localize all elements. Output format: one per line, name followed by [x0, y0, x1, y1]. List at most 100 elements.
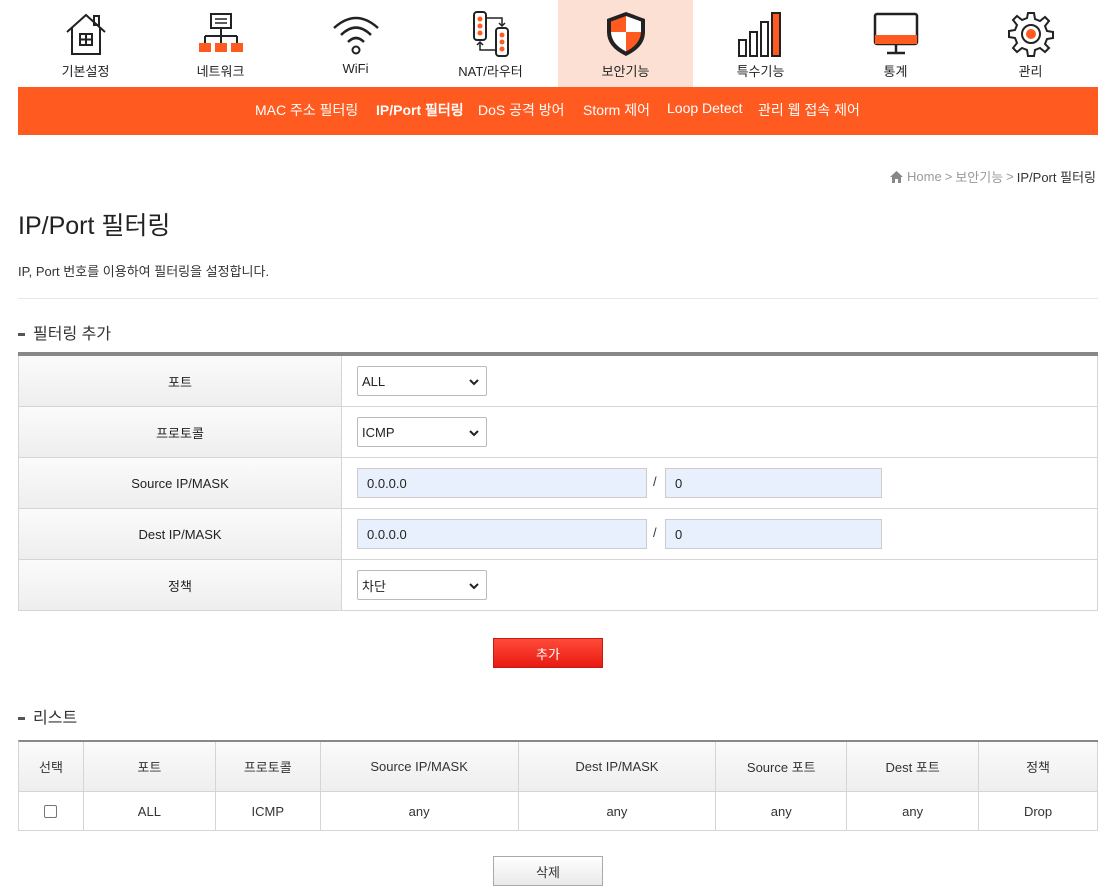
monitor-icon	[873, 12, 918, 55]
nav-label: 특수기능	[736, 64, 785, 79]
form-row-port: 포트 ALL	[18, 356, 1098, 407]
table-header-row: 선택 포트 프로토콜 Source IP/MASK Dest IP/MASK S…	[19, 742, 1098, 792]
column-header-policy: 정책	[979, 742, 1098, 792]
form-row-policy: 정책 차단	[18, 560, 1098, 611]
nav-label: 네트워크	[196, 64, 245, 79]
section-bullet	[18, 332, 25, 336]
breadcrumb-separator: >	[944, 169, 953, 184]
port-select-value: ALL	[362, 373, 386, 389]
column-header-protocol: 프로토콜	[215, 742, 321, 792]
row-source-port: any	[716, 792, 848, 831]
nav-item-statistics[interactable]: 통계	[828, 0, 963, 87]
chevron-down-icon	[469, 430, 479, 437]
column-header-port: 포트	[83, 742, 216, 792]
nav-item-wifi[interactable]: WiFi	[288, 0, 423, 87]
protocol-label: 프로토콜	[18, 407, 342, 457]
chevron-down-icon	[469, 379, 479, 386]
breadcrumb-home[interactable]: Home	[907, 169, 942, 184]
breadcrumb-separator: >	[1006, 169, 1014, 184]
policy-select[interactable]: 차단	[357, 570, 487, 600]
nav-label: NAT/라우터	[458, 64, 523, 79]
breadcrumb-current: IP/Port 필터링	[1016, 170, 1096, 185]
section-title-add: 필터링 추가	[18, 320, 111, 344]
dest-mask-input[interactable]: 0	[665, 519, 882, 549]
nav-label: 통계	[883, 64, 908, 79]
form-row-dest-ip: Dest IP/MASK 0.0.0.0 / 0	[18, 509, 1098, 560]
ip-mask-separator: /	[653, 525, 657, 540]
subnav-storm-control[interactable]: Storm 제어	[583, 100, 650, 120]
row-policy: Drop	[979, 792, 1098, 831]
row-port: ALL	[83, 792, 216, 831]
column-header-source-port: Source 포트	[716, 742, 848, 792]
breadcrumb: Home > 보안기능 > IP/Port 필터링	[890, 167, 1096, 186]
subnav-mac-filter[interactable]: MAC 주소 필터링	[255, 100, 358, 120]
top-navigation: 기본설정 네트워크 WiFi NAT/라우터 보안기능 특수기능 통계 관리	[18, 0, 1098, 87]
row-dest-ip: any	[518, 792, 717, 831]
breadcrumb-parent[interactable]: 보안기능	[955, 167, 1003, 186]
protocol-select-value: ICMP	[362, 424, 395, 440]
nav-label: 보안기능	[601, 64, 650, 79]
dest-ip-input[interactable]: 0.0.0.0	[357, 519, 647, 549]
section-title-list: 리스트	[18, 704, 77, 728]
add-button[interactable]: 추가	[493, 638, 603, 668]
nav-item-network[interactable]: 네트워크	[153, 0, 288, 87]
filter-list-table: 선택 포트 프로토콜 Source IP/MASK Dest IP/MASK S…	[18, 740, 1098, 831]
section-title-text: 리스트	[33, 710, 78, 727]
column-header-source-ip: Source IP/MASK	[320, 742, 519, 792]
divider	[18, 298, 1098, 299]
network-icon	[198, 13, 243, 52]
router-icon	[472, 11, 509, 57]
row-dest-port: any	[847, 792, 980, 831]
page-title: IP/Port 필터링	[18, 212, 171, 240]
gear-icon	[1007, 12, 1054, 57]
subnav-dos-defense[interactable]: DoS 공격 방어	[478, 100, 565, 120]
subnav-ip-port-filter[interactable]: IP/Port 필터링	[376, 100, 464, 120]
column-header-select: 선택	[19, 742, 84, 792]
sub-navigation: MAC 주소 필터링 IP/Port 필터링 DoS 공격 방어 Storm 제…	[18, 87, 1098, 135]
row-select-cell	[19, 792, 84, 831]
dest-ip-label: Dest IP/MASK	[18, 509, 342, 559]
section-bullet	[18, 716, 25, 720]
protocol-cell: ICMP	[342, 407, 1098, 457]
policy-label: 정책	[18, 560, 342, 610]
protocol-select[interactable]: ICMP	[357, 417, 487, 447]
bar-chart-icon	[737, 12, 781, 57]
form-row-source-ip: Source IP/MASK 0.0.0.0 / 0	[18, 458, 1098, 509]
source-ip-cell: 0.0.0.0 / 0	[342, 458, 1098, 508]
delete-button[interactable]: 삭제	[493, 856, 603, 886]
row-source-ip: any	[320, 792, 519, 831]
ip-mask-separator: /	[653, 474, 657, 489]
nav-label: 관리	[1018, 64, 1043, 79]
home-icon	[890, 170, 904, 183]
port-label: 포트	[18, 356, 342, 406]
nav-item-nat-router[interactable]: NAT/라우터	[423, 0, 558, 87]
wifi-icon	[332, 16, 379, 55]
nav-item-basic-settings[interactable]: 기본설정	[18, 0, 153, 87]
column-header-dest-port: Dest 포트	[847, 742, 980, 792]
shield-icon	[606, 12, 645, 56]
house-icon	[65, 13, 106, 55]
column-header-dest-ip: Dest IP/MASK	[518, 742, 717, 792]
port-cell: ALL	[342, 356, 1098, 406]
page-description: IP, Port 번호를 이용하여 필터링을 설정합니다.	[18, 264, 270, 279]
policy-cell: 차단	[342, 560, 1098, 610]
nav-label: WiFi	[342, 61, 369, 76]
row-protocol: ICMP	[215, 792, 321, 831]
nav-item-management[interactable]: 관리	[963, 0, 1098, 87]
source-ip-input[interactable]: 0.0.0.0	[357, 468, 647, 498]
subnav-loop-detect[interactable]: Loop Detect	[667, 100, 743, 116]
filter-form: 포트 ALL 프로토콜 ICMP Source IP/MASK 0.0.0.0 …	[18, 352, 1098, 611]
source-ip-label: Source IP/MASK	[18, 458, 342, 508]
section-title-text: 필터링 추가	[33, 326, 112, 343]
nav-item-security[interactable]: 보안기능	[558, 0, 693, 87]
dest-ip-cell: 0.0.0.0 / 0	[342, 509, 1098, 559]
policy-select-value: 차단	[362, 578, 386, 594]
nav-label: 기본설정	[61, 64, 110, 79]
table-row: ALL ICMP any any any any Drop	[19, 792, 1098, 831]
source-mask-input[interactable]: 0	[665, 468, 882, 498]
subnav-web-access-control[interactable]: 관리 웹 접속 제어	[758, 100, 860, 120]
nav-item-special-functions[interactable]: 특수기능	[693, 0, 828, 87]
port-select[interactable]: ALL	[357, 366, 487, 396]
row-checkbox[interactable]	[44, 804, 58, 818]
form-row-protocol: 프로토콜 ICMP	[18, 407, 1098, 458]
